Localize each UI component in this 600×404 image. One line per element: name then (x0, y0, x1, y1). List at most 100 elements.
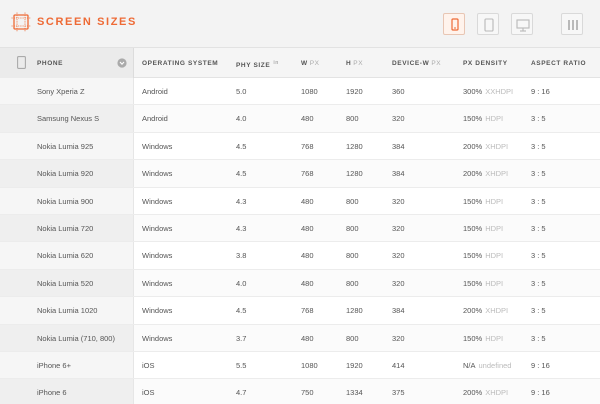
cell-aspect-ratio-value: 3 : 5 (531, 278, 546, 288)
cell-os-value: Windows (142, 251, 173, 261)
table-row[interactable]: Nokia Lumia 920 Windows 4.5 768 1280 384 200% X… (0, 160, 600, 188)
cell-os-value: Windows (142, 333, 173, 343)
cell-phone: Nokia Lumia 520 (37, 279, 93, 288)
desktop-view-button[interactable] (511, 13, 533, 35)
dpi-tag: XHDPI (485, 141, 509, 151)
cell-os-value: Windows (142, 141, 173, 151)
table-row[interactable]: Nokia Lumia 620 Windows 3.8 480 800 320 150% HD… (0, 242, 600, 270)
cell-os-value: Windows (142, 196, 173, 206)
cell-height-value: 1920 (346, 360, 363, 370)
cell-height: 800 (346, 279, 359, 288)
dpi-tag: undefined (478, 360, 512, 370)
table-row[interactable]: Nokia Lumia (710, 800) Windows 3.7 480 800 32… (0, 324, 600, 352)
chevron-down-icon[interactable] (117, 58, 127, 68)
cell-phone-value: Samsung Nexus S (37, 114, 100, 124)
dpi-tag: XHDPI (485, 306, 509, 316)
device-width-unit: PX (431, 60, 442, 67)
cell-aspect-ratio-value: 3 : 5 (531, 306, 546, 316)
column-header-aspect-ratio[interactable]: ASPECT RATIO (531, 60, 586, 67)
cell-device-width: 384 (392, 306, 405, 315)
cell-aspect-ratio-value: 9 : 16 (531, 360, 550, 370)
cell-height-value: 1280 (346, 306, 363, 316)
cell-phy-size: 5.0 (236, 87, 246, 96)
cell-height: 1920 (346, 361, 363, 370)
cell-device-width-value: 320 (392, 196, 405, 206)
column-header-width[interactable]: W PX (301, 60, 320, 67)
cell-px-density-value: 300% (463, 87, 483, 96)
cell-phone: Sony Xperia Z (37, 87, 85, 96)
tablet-view-button[interactable] (477, 13, 499, 35)
cell-phy-size: 4.7 (236, 388, 246, 397)
cell-px-density: 150% HDPI (463, 279, 503, 288)
columns-icon (568, 20, 578, 30)
cell-phone-value: Nokia Lumia 900 (37, 196, 94, 206)
cell-device-width: 320 (392, 251, 405, 260)
table-row[interactable]: Nokia Lumia 925 Windows 4.5 768 1280 384 200% X… (0, 132, 600, 161)
cell-device-width-value: 375 (392, 388, 405, 398)
table-row[interactable]: Nokia Lumia 1020 Windows 4.5 768 1280 384 200%… (0, 297, 600, 325)
cell-height-value: 800 (346, 333, 359, 343)
cell-aspect-ratio: 3 : 5 (531, 334, 546, 343)
cell-os-value: Windows (142, 223, 173, 233)
column-header-px-density[interactable]: PX DENSITY (463, 60, 508, 67)
dpi-tag: XHDPI (485, 388, 509, 398)
column-header-phone: PHONE (37, 60, 64, 67)
table-row[interactable]: Nokia Lumia 720 Windows 4.3 480 800 320 150% HD… (0, 214, 600, 243)
cell-os: Windows (142, 279, 172, 288)
cell-phy-size: 4.0 (236, 114, 246, 123)
cell-height-value: 800 (346, 114, 359, 124)
table-row[interactable]: Nokia Lumia 900 Windows 4.3 480 800 320 150% HD… (0, 187, 600, 215)
columns-view-button[interactable] (561, 13, 583, 35)
desktop-icon (516, 19, 530, 32)
cell-device-width-value: 360 (392, 87, 405, 96)
cell-width-value: 480 (301, 333, 314, 343)
cell-os: iOS (142, 388, 155, 397)
cell-aspect-ratio: 3 : 5 (531, 114, 546, 123)
dpi-tag: HDPI (485, 196, 504, 206)
phy-size-label: PHY SIZE (236, 62, 271, 70)
column-header-phy-size[interactable]: PHY SIZE in (236, 60, 279, 69)
cell-phone: Samsung Nexus S (37, 114, 99, 123)
cell-aspect-ratio: 3 : 5 (531, 224, 546, 233)
cell-px-density: 200% XHDPI (463, 169, 508, 178)
cell-phone: iPhone 6 (37, 388, 67, 397)
cell-px-density-value: 150% (463, 114, 483, 124)
column-header-os[interactable]: OPERATING SYSTEM (142, 60, 218, 67)
cell-phone-value: Nokia Lumia (710, 800) (37, 333, 115, 343)
cell-phy-size-value: 5.0 (236, 87, 247, 96)
table-row[interactable]: iPhone 6 iOS 4.7 750 1334 375 200% XHDPI 9 : 16 (0, 379, 600, 404)
phone-view-button[interactable] (443, 13, 465, 35)
cell-phone: iPhone 6+ (37, 361, 71, 370)
phone-column-header-cell[interactable]: PHONE (0, 48, 134, 78)
cell-phy-size-value: 5.5 (236, 360, 247, 370)
cell-height: 1920 (346, 87, 363, 96)
cell-height: 800 (346, 224, 359, 233)
cell-height: 800 (346, 197, 359, 206)
cell-os: Android (142, 114, 168, 123)
cell-phy-size-value: 4.7 (236, 388, 247, 398)
cell-px-density-value: 150% (463, 251, 483, 261)
cell-phy-size: 4.5 (236, 306, 246, 315)
cell-os: Android (142, 87, 168, 96)
dpi-tag: HDPI (485, 114, 504, 124)
cell-aspect-ratio-value: 3 : 5 (531, 169, 546, 179)
cell-os-value: Android (142, 114, 168, 124)
cell-os-value: Android (142, 87, 168, 96)
cell-px-density-value: 150% (463, 223, 483, 233)
table-row[interactable]: Nokia Lumia 520 Windows 4.0 480 800 320 150% HD… (0, 269, 600, 298)
cell-os-value: Windows (142, 306, 173, 316)
cell-phy-size-value: 4.3 (236, 223, 247, 233)
cell-aspect-ratio: 9 : 16 (531, 87, 550, 96)
cell-phy-size-value: 4.0 (236, 114, 247, 124)
cell-device-width-value: 384 (392, 169, 405, 179)
table-row[interactable]: Samsung Nexus S Android 4.0 480 800 320 150% HD… (0, 105, 600, 133)
cell-device-width: 360 (392, 87, 405, 96)
cell-width: 480 (301, 197, 314, 206)
cell-phy-size-value: 4.3 (236, 196, 247, 206)
table-row[interactable]: iPhone 6+ iOS 5.5 1080 1920 414 N/A undefined 9 … (0, 351, 600, 380)
column-header-height[interactable]: H PX (346, 60, 363, 67)
column-header-device-width[interactable]: DEVICE-W PX (392, 60, 441, 67)
table-row[interactable]: Sony Xperia Z Android 5.0 1080 1920 360 300% XX… (0, 78, 600, 106)
dpi-tag: XHDPI (485, 169, 509, 179)
cell-aspect-ratio: 9 : 16 (531, 388, 550, 397)
